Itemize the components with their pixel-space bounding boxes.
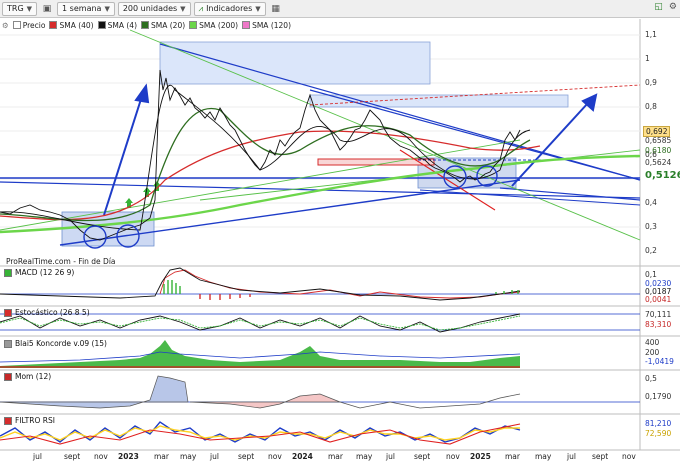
stochastic-panel-title[interactable]: Estocástico (26 8 5) (4, 308, 90, 317)
price-axis-label: 0,2 (645, 246, 657, 255)
x-axis-label: nov (268, 452, 282, 461)
sma20-badge: 0,6180 (645, 146, 672, 155)
price-axis-label: 0,4 (645, 198, 657, 207)
macd-panel (0, 267, 640, 301)
rsi-badge: 72,590 (645, 429, 672, 438)
price-axis-label: 0,9 (645, 78, 657, 87)
price-axis-label: 0,3 (645, 222, 657, 231)
price-level-badge: 0,5624 (645, 158, 672, 167)
blai5-axis-label: 200 (645, 348, 660, 357)
panel-color-icon (4, 416, 12, 425)
x-axis-label: mar (328, 452, 343, 461)
macd-badge: 0,0041 (645, 295, 672, 304)
panel-color-icon (4, 339, 12, 348)
rsi-panel-title[interactable]: FILTRO RSI (4, 416, 55, 425)
arrow-head-up-left (134, 83, 150, 104)
x-axis-label: 2025 (470, 452, 491, 461)
price-level-badge: 0,6585 (645, 136, 672, 145)
macd-axis-label: 0,1 (645, 270, 657, 279)
blai5-badge: -1,0419 (645, 357, 674, 366)
x-axis-label: sept (592, 452, 609, 461)
x-axis-label: may (535, 452, 552, 461)
rsi-filter-panel (0, 421, 521, 445)
mom-badge: 0,1790 (645, 392, 672, 401)
x-axis-label: jul (33, 452, 42, 461)
blai5-axis-label: 400 (645, 338, 660, 347)
price-axis-label: 0,8 (645, 102, 657, 111)
x-axis-label: sept (414, 452, 431, 461)
chart-canvas[interactable] (0, 0, 680, 463)
x-axis-label: jul (386, 452, 395, 461)
stochastic-panel (0, 313, 640, 333)
macd-panel-title[interactable]: MACD (12 26 9) (4, 268, 74, 277)
price-axis-label: 1 (645, 54, 650, 63)
rsi-badge: 81,210 (645, 419, 672, 428)
panel-color-icon (4, 268, 12, 277)
x-axis-label: may (356, 452, 373, 461)
source-note: ProRealTime.com - Fin de Día (6, 257, 116, 266)
x-axis-label: nov (446, 452, 460, 461)
x-axis-label: 2023 (118, 452, 139, 461)
x-axis-label: 2024 (292, 452, 313, 461)
mom-axis-label: 0,5 (645, 374, 657, 383)
support-level-badge: 0,5126 (645, 170, 680, 181)
x-axis-label: jul (567, 452, 576, 461)
x-axis-label: mar (505, 452, 520, 461)
stoch-badge: 70,111 (645, 310, 672, 319)
panel-color-icon (4, 372, 12, 381)
x-axis-label: sept (64, 452, 81, 461)
x-axis-label: nov (622, 452, 636, 461)
stoch-badge: 83,310 (645, 320, 672, 329)
blai5-panel-title[interactable]: Blai5 Koncorde v.09 (15) (4, 339, 107, 348)
x-axis-label: nov (94, 452, 108, 461)
support-resistance-zones (61, 41, 569, 247)
resistance-zone-upper (159, 41, 431, 85)
mom-panel-title[interactable]: Mom (12) (4, 372, 51, 381)
x-axis-label: may (180, 452, 197, 461)
x-axis-label: sept (238, 452, 255, 461)
mom-panel (0, 375, 640, 409)
panel-color-icon (4, 308, 12, 317)
x-axis-label: jul (210, 452, 219, 461)
price-axis-label: 1,1 (645, 30, 657, 39)
x-axis-label: mar (154, 452, 169, 461)
